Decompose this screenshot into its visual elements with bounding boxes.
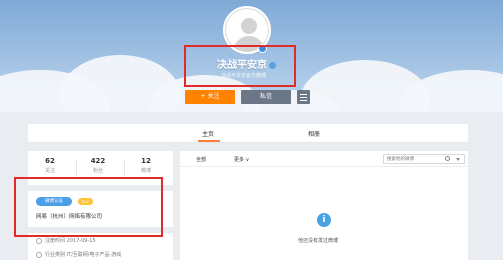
- info-register-date: 注册时间 2017-09-15: [36, 237, 96, 244]
- stat-label: 微博: [140, 168, 151, 174]
- chevron-down-icon: ∨: [245, 157, 250, 163]
- message-button[interactable]: 私信: [241, 90, 291, 104]
- filter-more-label: 更多: [234, 157, 245, 163]
- stat-value: 422: [90, 157, 106, 165]
- stat-value: 62: [45, 157, 55, 165]
- empty-feed-message: 他还没有发过微博: [298, 238, 339, 244]
- info-text: 注册时间 2017-09-15: [45, 238, 96, 244]
- tab-active-indicator: [198, 140, 220, 142]
- filter-all[interactable]: 全部: [196, 156, 206, 163]
- info-industry: 行业类别 IT/互联网/电子产品-游戏: [36, 251, 121, 258]
- highlight-box-verification: [14, 177, 163, 237]
- highlight-box-name: [184, 45, 296, 87]
- menu-icon-bar: [300, 100, 307, 101]
- search-icon[interactable]: [445, 156, 450, 161]
- tag-icon: [36, 251, 42, 258]
- stat-label: 关注: [44, 168, 55, 174]
- avatar-head: [241, 18, 257, 34]
- menu-icon-bar: [300, 97, 307, 98]
- stat-followers[interactable]: 422 粉丝: [78, 157, 118, 174]
- feed-filter-bar: 全部 更多 ∨: [180, 151, 468, 167]
- stat-divider: [124, 159, 125, 175]
- more-menu-button[interactable]: [297, 90, 310, 104]
- stat-label: 粉丝: [92, 168, 103, 174]
- menu-icon-bar: [300, 94, 307, 95]
- stat-divider: [76, 159, 77, 175]
- stat-following[interactable]: 62 关注: [30, 157, 70, 174]
- chevron-down-icon[interactable]: [456, 158, 460, 161]
- stat-value: 12: [141, 157, 151, 165]
- stat-posts[interactable]: 12 微博: [126, 157, 166, 174]
- info-text: 行业类别 IT/互联网/电子产品-游戏: [45, 252, 122, 258]
- follow-button[interactable]: + 关注: [185, 90, 235, 104]
- tab-home[interactable]: 主页: [202, 129, 214, 138]
- filter-more[interactable]: 更多 ∨: [234, 156, 249, 163]
- feed-search-input[interactable]: [383, 154, 465, 164]
- profile-tabs: 主页 相册: [28, 124, 468, 143]
- calendar-icon: [36, 237, 42, 244]
- info-icon: i: [317, 213, 331, 227]
- feed-panel: 全部 更多 ∨ i 他还没有发过微博: [180, 151, 468, 260]
- tab-album[interactable]: 相册: [308, 129, 320, 138]
